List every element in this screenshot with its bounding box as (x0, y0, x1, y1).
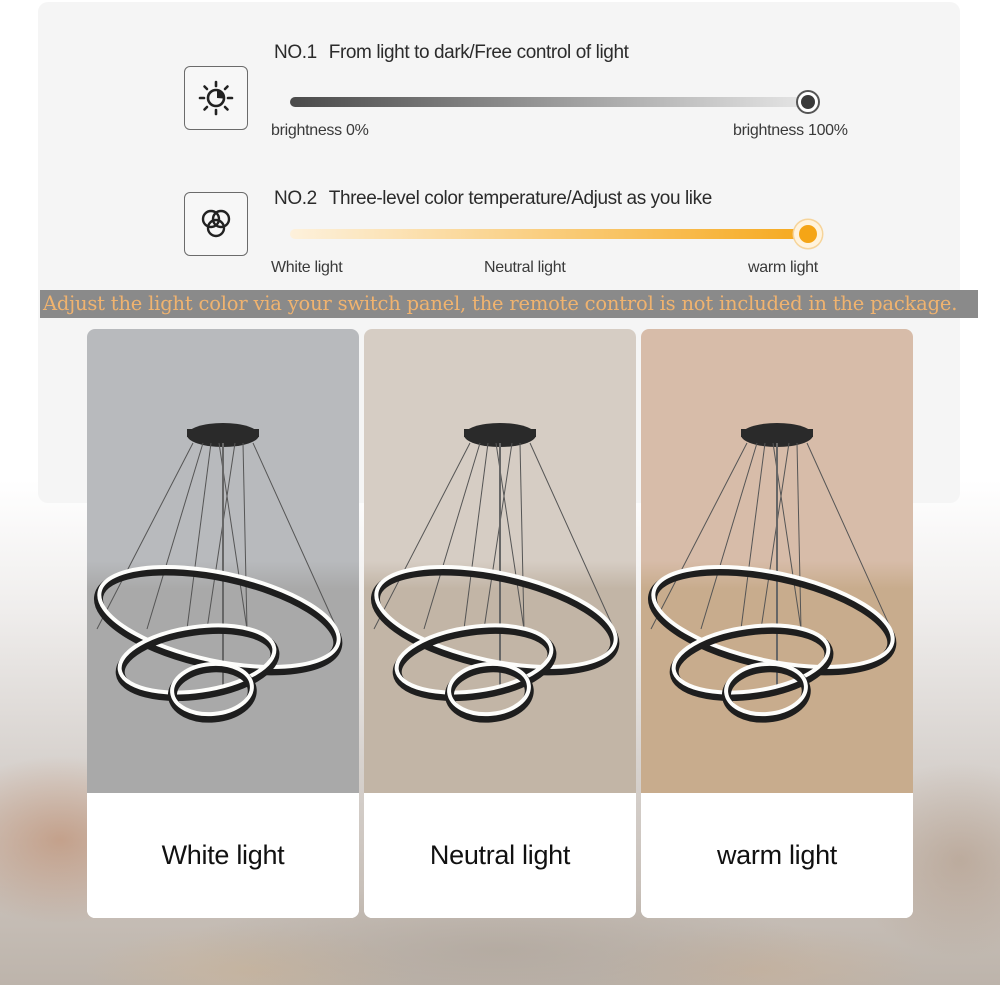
white-light-label: White light (87, 793, 359, 918)
brightness-icon (198, 80, 234, 116)
neutral-light-label: Neutral light (364, 793, 636, 918)
color-temperature-slider-knob[interactable] (794, 220, 822, 248)
suspension-wire (423, 442, 481, 630)
neutral-light-photo (364, 329, 636, 793)
brightness-slider-track[interactable] (290, 97, 808, 107)
suspension-wire (146, 442, 204, 630)
warm-light-level-label: warm light (748, 259, 818, 276)
feature-1-number: NO.1 (274, 42, 317, 63)
card-warm-light: warm light (641, 329, 913, 918)
suspension-wire (740, 442, 766, 630)
suspension-wire (650, 442, 748, 630)
suspension-wire (519, 442, 525, 630)
brightness-slider-knob[interactable] (796, 90, 820, 114)
remote-control-notice: Adjust the light color via your switch p… (40, 290, 978, 318)
brightness-icon-box (184, 66, 248, 130)
color-temperature-knob-dot (799, 225, 817, 243)
card-white-light: White light (87, 329, 359, 918)
feature-2-number: NO.2 (274, 188, 317, 209)
ceiling-canopy-side (464, 429, 536, 437)
brightness-knob-dot (801, 95, 815, 109)
neutral-light-level-label: Neutral light (484, 259, 566, 276)
chandelier-illustration (370, 423, 620, 723)
white-light-photo (87, 329, 359, 793)
color-temperature-icon-box (184, 192, 248, 256)
brightness-min-label: brightness 0% (271, 122, 369, 139)
suspension-wire (96, 442, 194, 630)
chandelier-illustration (647, 423, 897, 723)
suspension-wire (242, 442, 248, 630)
color-temperature-slider-track[interactable] (290, 229, 808, 239)
suspension-wire (760, 442, 790, 630)
color-temperature-icon (201, 209, 231, 238)
card-neutral-light: Neutral light (364, 329, 636, 918)
brightness-max-label: brightness 100% (733, 122, 848, 139)
ceiling-canopy-side (741, 429, 813, 437)
warm-light-label: warm light (641, 793, 913, 918)
suspension-wire (700, 442, 758, 630)
ceiling-canopy-side (187, 429, 259, 437)
feature-2-title: NO.2 Three-level color temperature/Adjust… (274, 188, 712, 210)
feature-2-text: Three-level color temperature/Adjust as … (328, 188, 713, 209)
feature-1-title: NO.1 From light to dark/Free control of l… (274, 42, 629, 64)
suspension-wire (483, 442, 513, 630)
suspension-wire (206, 442, 236, 630)
chandelier-illustration (93, 423, 343, 723)
suspension-wire (186, 442, 212, 630)
warm-light-photo (641, 329, 913, 793)
suspension-wire (796, 442, 802, 630)
feature-1-text: From light to dark/Free control of light (328, 42, 629, 63)
suspension-wire (373, 442, 471, 630)
white-light-level-label: White light (271, 259, 343, 276)
suspension-wire (463, 442, 489, 630)
